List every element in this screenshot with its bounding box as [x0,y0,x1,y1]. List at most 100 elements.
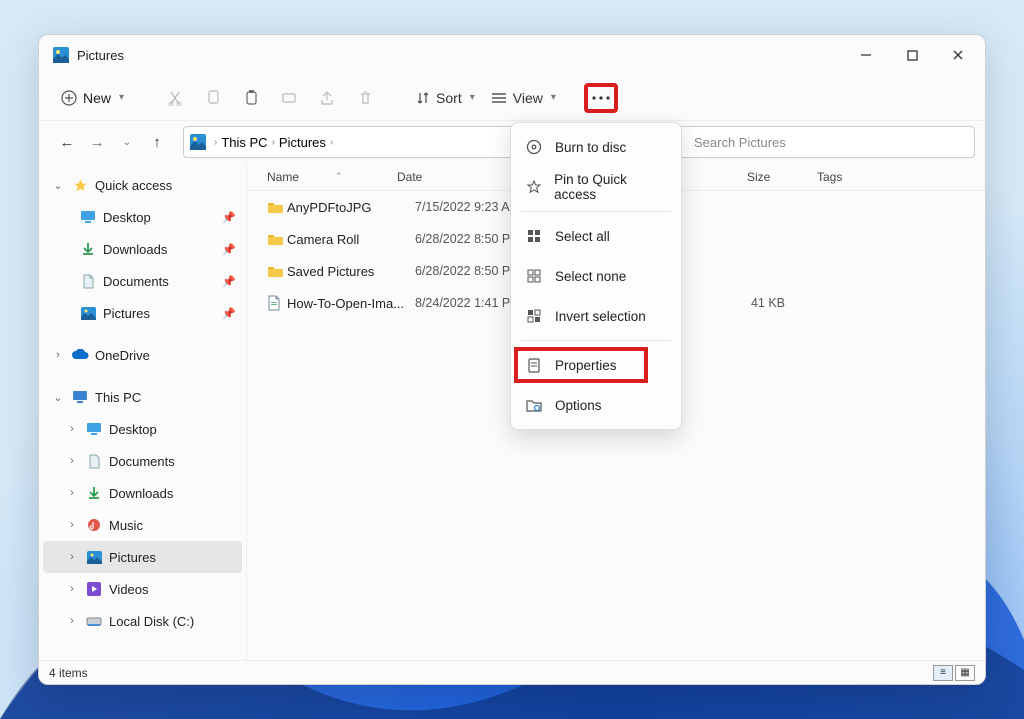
menu-pin-quick-access[interactable]: Pin to Quick access [511,167,681,207]
chevron-down-icon: ⌄ [51,179,65,192]
sidebar-item-downloads[interactable]: Downloads 📌 [39,233,246,265]
sort-button[interactable]: Sort ▾ [410,86,481,110]
label: Select none [555,269,626,284]
menu-invert-selection[interactable]: Invert selection [511,296,681,336]
file-explorer-window: Pictures New ▾ Sort ▾ View ▾ [38,34,986,685]
sidebar: ⌄ Quick access Desktop 📌 Downloads 📌 Doc… [39,163,247,660]
label: Quick access [95,178,172,193]
sidebar-item-documents[interactable]: Documents 📌 [39,265,246,297]
sidebar-quick-access[interactable]: ⌄ Quick access [39,169,246,201]
label: Pictures [109,550,156,565]
label: Desktop [103,210,151,225]
file-name: AnyPDFtoJPG [287,200,415,215]
label: Pictures [103,306,150,321]
chevron-right-icon: › [51,349,65,361]
menu-options[interactable]: Options [511,385,681,425]
label: Desktop [109,422,157,437]
document-icon [267,295,287,311]
breadcrumb-root[interactable]: This PC [219,135,269,150]
pictures-icon [79,307,97,320]
cut-button[interactable] [158,81,192,115]
menu-select-none[interactable]: Select none [511,256,681,296]
label: Local Disk (C:) [109,614,194,629]
sidebar-item-pictures[interactable]: › Pictures [43,541,242,573]
label: Downloads [109,486,173,501]
folder-icon [267,200,287,214]
maximize-button[interactable] [889,38,935,72]
share-button[interactable] [310,81,344,115]
new-button[interactable]: New ▾ [53,86,132,110]
label: Downloads [103,242,167,257]
desktop-icon [85,422,103,436]
ellipsis-icon [592,96,610,100]
more-button[interactable] [584,83,618,113]
minimize-button[interactable] [843,38,889,72]
column-size[interactable]: Size [747,170,817,184]
chevron-down-icon: ⌄ [51,391,65,404]
chevron-right-icon: › [65,583,79,595]
icons-view-button[interactable]: ▦ [955,665,975,681]
folder-icon [267,232,287,246]
chevron-right-icon: › [65,551,79,563]
chevron-right-icon: › [65,423,79,435]
sidebar-item-documents[interactable]: › Documents [39,445,246,477]
sidebar-item-downloads[interactable]: › Downloads [39,477,246,509]
column-tags[interactable]: Tags [817,170,877,184]
chevron-right-icon: › [65,455,79,467]
menu-burn-to-disc[interactable]: Burn to disc [511,127,681,167]
up-button[interactable]: ↑ [143,128,171,156]
menu-properties[interactable]: Properties [511,345,681,385]
grid-outline-icon [525,269,543,283]
item-count: 4 items [49,666,88,680]
breadcrumb-current[interactable]: Pictures [277,135,328,150]
sidebar-item-local-disk[interactable]: › Local Disk (C:) [39,605,246,637]
label: This PC [95,390,141,405]
downloads-icon [85,486,103,500]
search-placeholder: Search Pictures [694,135,786,150]
grid-half-icon [525,309,543,323]
file-name: How-To-Open-Ima... [287,296,415,311]
toolbar: New ▾ Sort ▾ View ▾ [39,75,985,121]
view-toggle: ≡ ▦ [933,665,975,681]
back-button[interactable]: ← [53,128,81,156]
chevron-down-icon: ▾ [551,92,556,103]
pin-icon: 📌 [222,243,236,256]
forward-button[interactable]: → [83,128,111,156]
pictures-app-icon [53,47,69,63]
documents-icon [79,274,97,289]
search-input[interactable]: Search Pictures [679,126,975,158]
file-name: Saved Pictures [287,264,415,279]
chevron-down-icon: ▾ [119,92,124,103]
sidebar-item-desktop[interactable]: Desktop 📌 [39,201,246,233]
column-name[interactable]: Name⌃ [267,170,397,184]
documents-icon [85,454,103,469]
disk-icon [85,615,103,627]
pin-icon: 📌 [222,275,236,288]
menu-select-all[interactable]: Select all [511,216,681,256]
sidebar-onedrive[interactable]: › OneDrive [39,339,246,371]
chevron-down-icon: ▾ [470,92,475,103]
star-icon [71,178,89,193]
view-button[interactable]: View ▾ [485,86,562,110]
titlebar: Pictures [39,35,985,75]
sidebar-item-pictures[interactable]: Pictures 📌 [39,297,246,329]
recent-dropdown[interactable]: ⌄ [113,128,141,156]
sidebar-item-desktop[interactable]: › Desktop [39,413,246,445]
close-button[interactable] [935,38,981,72]
sidebar-this-pc[interactable]: ⌄ This PC [39,381,246,413]
window-title: Pictures [77,48,124,63]
sidebar-item-music[interactable]: › Music [39,509,246,541]
sidebar-item-videos[interactable]: › Videos [39,573,246,605]
label: Options [555,398,602,413]
label: Documents [109,454,175,469]
rename-button[interactable] [272,81,306,115]
copy-button[interactable] [196,81,230,115]
delete-button[interactable] [348,81,382,115]
details-view-button[interactable]: ≡ [933,665,953,681]
file-name: Camera Roll [287,232,415,247]
pin-icon: 📌 [222,211,236,224]
label: Videos [109,582,149,597]
paste-button[interactable] [234,81,268,115]
crumb-sep-icon: › [270,137,277,148]
view-label: View [513,90,543,106]
